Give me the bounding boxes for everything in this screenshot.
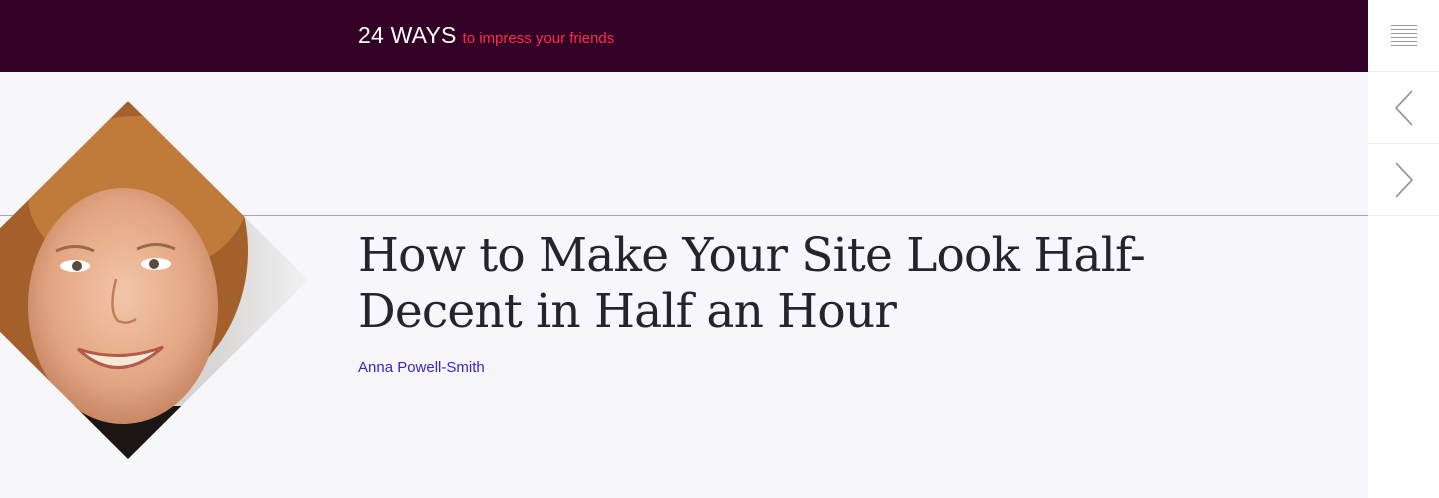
article-title: How to Make Your Site Look Half-Decent i…: [358, 228, 1146, 339]
menu-button[interactable]: [1368, 0, 1439, 72]
site-name: 24 WAYS: [358, 22, 457, 48]
menu-lines-icon: [1390, 24, 1417, 46]
site-home-link[interactable]: 24 WAYS to impress your friends: [358, 22, 614, 49]
next-article-button[interactable]: [1368, 144, 1439, 216]
previous-article-button[interactable]: [1368, 72, 1439, 144]
page: 24 WAYS to impress your friends How to M…: [0, 0, 1439, 498]
site-tagline: to impress your friends: [462, 30, 615, 47]
nav-rail: [1368, 0, 1439, 498]
chevron-right-icon: [1394, 161, 1413, 198]
site-header: 24 WAYS to impress your friends: [0, 0, 1368, 72]
chevron-left-icon: [1394, 89, 1413, 126]
author-link[interactable]: Anna Powell-Smith: [358, 359, 485, 376]
author-photo: [0, 101, 308, 459]
